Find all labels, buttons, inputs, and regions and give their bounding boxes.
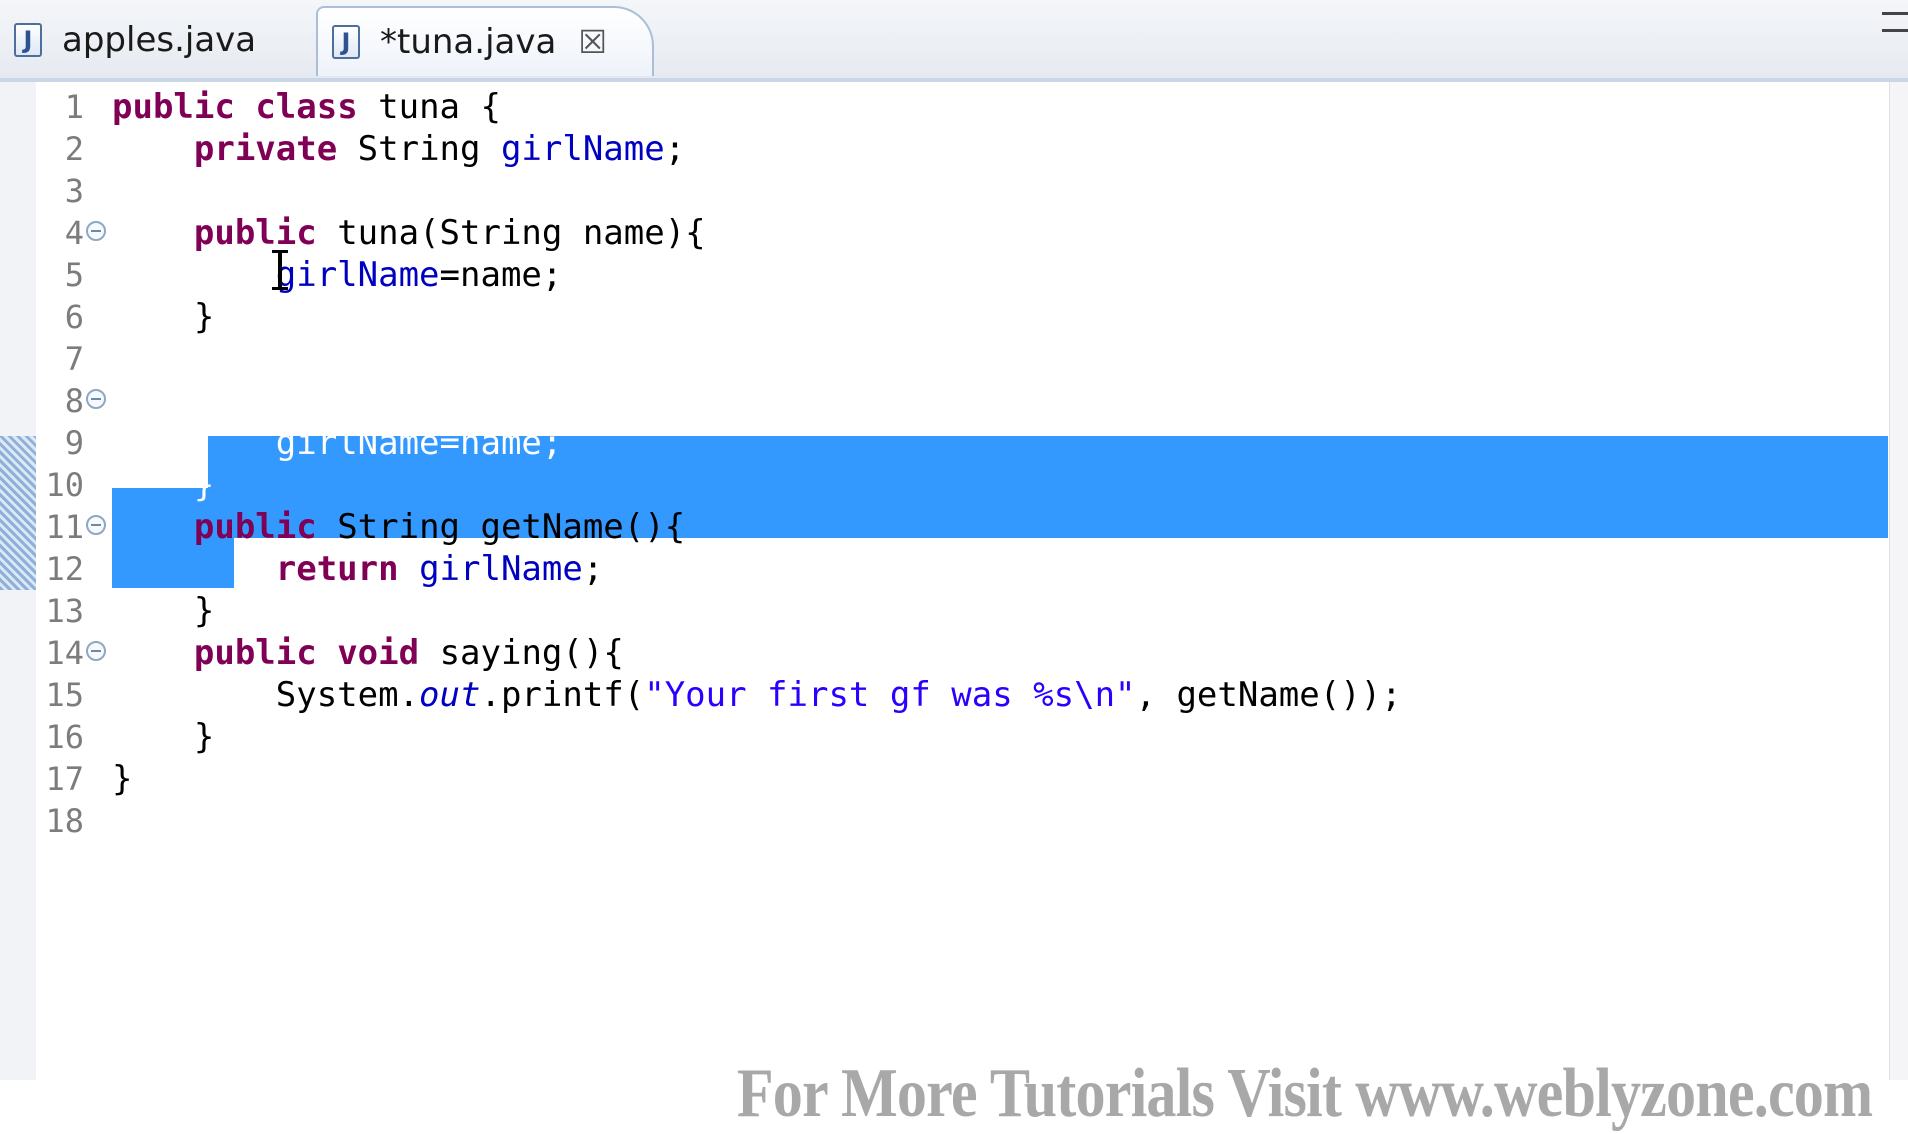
tab-label: apples.java [62, 20, 257, 60]
fold-toggle-icon[interactable] [86, 515, 106, 535]
editor-tab-bar: J apples.java J *tuna.java ☒ [0, 0, 1908, 82]
code-editor[interactable]: 1 public class tuna {2 private String gir… [0, 82, 1908, 1132]
vertical-scrollbar[interactable] [1889, 82, 1908, 1080]
tab-tuna-java[interactable]: J *tuna.java ☒ [316, 6, 654, 76]
line-number: 18 [45, 802, 84, 840]
java-file-icon: J [332, 25, 360, 59]
minimize-icon[interactable] [1882, 12, 1908, 32]
tab-apples-java[interactable]: J apples.java [0, 6, 310, 74]
fold-toggle-icon[interactable] [86, 389, 106, 409]
watermark: For More Tutorials Visit www.weblyzone.c… [736, 1055, 1873, 1132]
fold-toggle-icon[interactable] [86, 221, 106, 241]
close-icon[interactable]: ☒ [578, 23, 607, 61]
tab-label: *tuna.java [380, 22, 557, 62]
fold-toggle-icon[interactable] [86, 641, 106, 661]
java-file-icon: J [14, 23, 42, 57]
code-line[interactable]: 18 [0, 796, 1888, 847]
text-cursor-icon [272, 250, 288, 290]
